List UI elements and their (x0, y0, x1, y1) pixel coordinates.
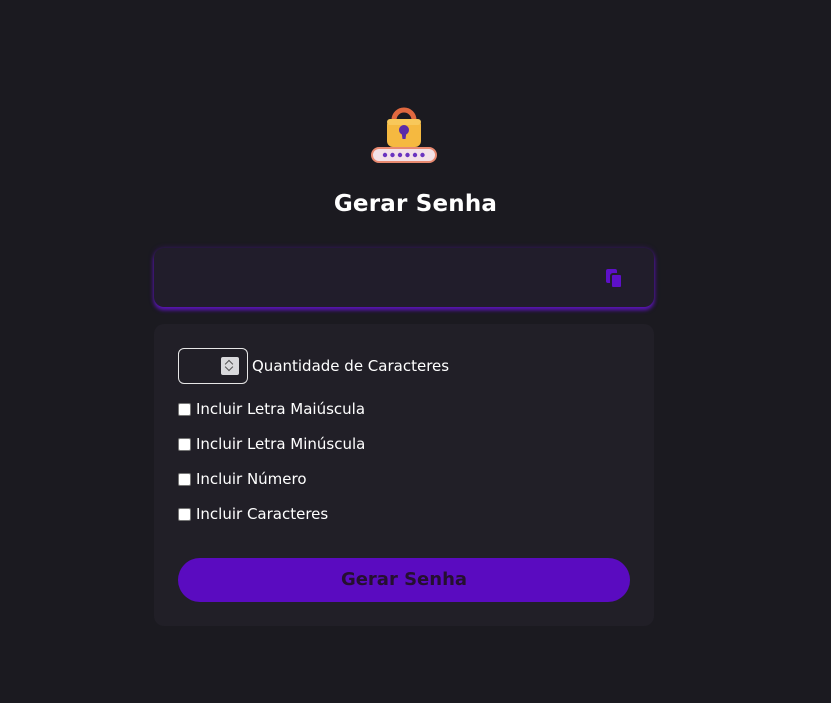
lowercase-checkbox[interactable] (178, 437, 191, 451)
symbols-label: Incluir Caracteres (196, 505, 329, 523)
lowercase-label: Incluir Letra Minúscula (196, 435, 366, 453)
option-lowercase[interactable]: Incluir Letra Minúscula (178, 434, 365, 454)
copy-icon[interactable] (603, 268, 625, 290)
option-symbols[interactable]: Incluir Caracteres (178, 504, 328, 524)
length-row: Quantidade de Caracteres (178, 348, 449, 384)
option-number[interactable]: Incluir Número (178, 469, 307, 489)
number-label: Incluir Número (196, 470, 307, 488)
options-card: Quantidade de Caracteres Incluir Letra M… (154, 324, 654, 626)
uppercase-label: Incluir Letra Maiúscula (196, 400, 366, 418)
password-output-field[interactable] (172, 264, 596, 292)
page-title: Gerar Senha (333, 191, 498, 217)
option-uppercase[interactable]: Incluir Letra Maiúscula (178, 399, 365, 419)
length-number-input[interactable] (178, 348, 248, 384)
password-generator-page: Gerar Senha Quantidade de Caracteres Inc… (0, 0, 831, 703)
number-checkbox[interactable] (178, 472, 191, 486)
number-spinner[interactable] (221, 357, 239, 375)
symbols-checkbox[interactable] (178, 507, 191, 521)
password-output-box (154, 248, 654, 307)
length-label: Quantidade de Caracteres (252, 357, 450, 375)
generate-password-button[interactable]: Gerar Senha (178, 558, 630, 602)
padlock-password-icon (371, 107, 437, 163)
uppercase-checkbox[interactable] (178, 402, 191, 416)
